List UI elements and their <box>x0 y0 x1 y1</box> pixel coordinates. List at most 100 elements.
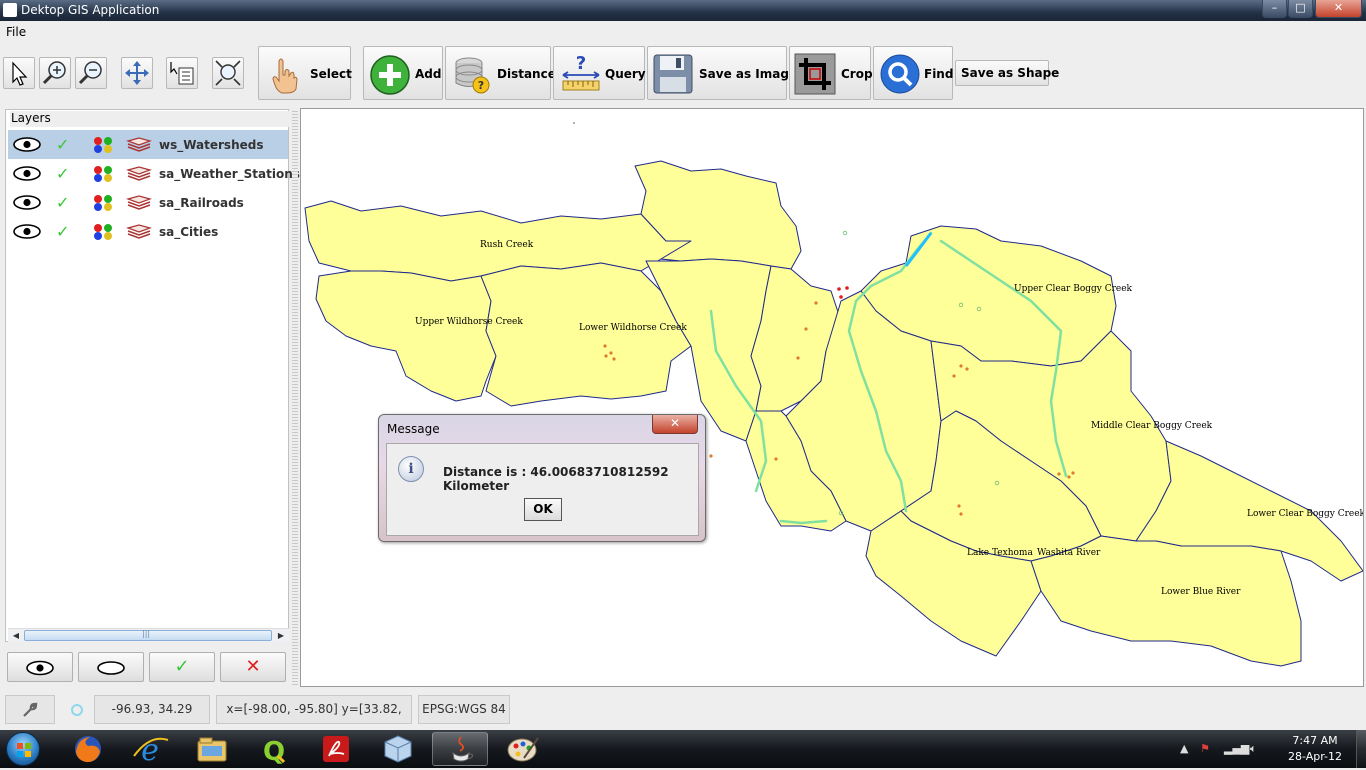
ok-button[interactable]: OK <box>524 498 562 521</box>
color-style-icon[interactable] <box>92 194 114 212</box>
layer-row-sa-cities[interactable]: ✓ sa_Cities <box>8 217 288 246</box>
layer-stack-icon <box>126 224 152 239</box>
taskbar-java-app[interactable] <box>432 732 488 766</box>
pointer-tool-button[interactable] <box>3 57 35 89</box>
title-bar: Dektop GIS Application – □ ✕ <box>0 0 1366 21</box>
map-canvas[interactable]: Rush Creek Upper Wildhorse Creek Lower W… <box>300 108 1364 687</box>
checkmark-icon[interactable]: ✓ <box>56 222 69 241</box>
checkmark-icon[interactable]: ✓ <box>56 135 69 154</box>
scroll-grip: ||| <box>142 629 151 638</box>
show-layer-button[interactable] <box>7 652 73 682</box>
identify-button[interactable] <box>166 57 198 89</box>
city-point <box>604 354 608 358</box>
panel-splitter[interactable] <box>292 109 298 687</box>
dialog-close-button[interactable]: ✕ <box>652 415 698 434</box>
remove-layer-button[interactable]: ✕ <box>220 652 286 682</box>
settings-wrench-button[interactable] <box>5 695 55 724</box>
city-point <box>774 457 778 461</box>
close-button[interactable]: ✕ <box>1315 0 1362 18</box>
city-point <box>603 344 607 348</box>
zoom-in-button[interactable] <box>39 57 71 89</box>
save-as-image-button[interactable]: Save as Image <box>647 46 797 100</box>
windows-logo-icon <box>17 743 31 757</box>
hand-pointer-icon <box>272 58 298 94</box>
system-clock[interactable]: 7:47 AM 28-Apr-12 <box>1280 733 1350 765</box>
scroll-left-arrow-icon[interactable]: ◀ <box>9 630 23 642</box>
label-upper-clear-boggy: Upper Clear Boggy Creek <box>1014 284 1133 294</box>
layers-list: ✓ ws_Watersheds ✓ sa_Weather_Stations ✓ <box>8 130 300 246</box>
eye-icon[interactable] <box>13 195 41 210</box>
toolbar: Select Add ? Distance ? Query Save as Im… <box>0 43 1366 103</box>
clock-time: 7:47 AM <box>1292 734 1338 747</box>
minimize-button[interactable]: – <box>1262 0 1287 18</box>
layer-row-ws-watersheds[interactable]: ✓ ws_Watersheds <box>8 130 288 159</box>
horizontal-scrollbar[interactable]: ◀ ||| ▶ <box>8 628 290 642</box>
query-button[interactable]: ? Query <box>553 46 646 100</box>
show-desktop-button[interactable] <box>1356 730 1366 768</box>
crs-label[interactable]: EPSG:WGS 84 <box>418 695 510 724</box>
qgis-icon: Q <box>263 737 286 767</box>
taskbar-paint[interactable] <box>494 732 550 766</box>
scroll-right-arrow-icon[interactable]: ▶ <box>274 630 288 642</box>
select-button[interactable]: Select <box>258 46 352 100</box>
taskbar-qgis[interactable]: Q <box>246 732 302 767</box>
database-query-icon: ? <box>455 57 490 94</box>
checkmark-icon: ✓ <box>174 656 190 677</box>
hide-layer-button[interactable] <box>78 652 144 682</box>
menu-file[interactable]: File <box>6 25 26 39</box>
layer-row-sa-railroads[interactable]: ✓ sa_Railroads <box>8 188 288 217</box>
checkmark-icon[interactable]: ✓ <box>56 164 69 183</box>
city-point <box>796 356 800 360</box>
eye-icon[interactable] <box>13 224 41 239</box>
watershed-map: Rush Creek Upper Wildhorse Creek Lower W… <box>304 122 1363 667</box>
city-point <box>952 374 956 378</box>
crop-button[interactable]: Crop <box>789 46 873 100</box>
enable-layer-button[interactable]: ✓ <box>149 652 215 682</box>
color-style-icon[interactable] <box>92 223 114 241</box>
checkmark-icon[interactable]: ✓ <box>56 193 69 212</box>
eye-icon[interactable] <box>13 137 41 152</box>
city-point <box>804 327 808 331</box>
crop-label: Crop <box>841 67 873 81</box>
action-center-flag-icon[interactable]: ⚑ <box>1200 742 1210 755</box>
floppy-disk-icon <box>653 54 693 94</box>
color-style-icon[interactable] <box>92 136 114 154</box>
red-x-icon: ✕ <box>245 656 261 677</box>
internet-explorer-icon: e <box>133 733 169 768</box>
add-layer-button[interactable]: Add <box>363 46 443 100</box>
layer-name: sa_Cities <box>159 225 219 239</box>
watershed-polygon <box>315 270 497 402</box>
zoom-out-button[interactable] <box>75 57 107 89</box>
city-point <box>709 454 713 458</box>
save-as-shape-button[interactable]: Save as Shape <box>955 60 1059 86</box>
scroll-thumb[interactable]: ||| <box>24 629 272 641</box>
svg-text:e: e <box>141 733 159 766</box>
folder-icon <box>197 737 227 762</box>
eye-icon[interactable] <box>13 166 41 181</box>
city-point <box>1057 472 1061 476</box>
layer-row-sa-weather-stations[interactable]: ✓ sa_Weather_Stations <box>8 159 300 188</box>
maximize-button[interactable]: □ <box>1288 0 1313 18</box>
query-label: Query <box>605 67 646 81</box>
svg-text:?: ? <box>576 53 586 74</box>
taskbar-explorer[interactable] <box>184 732 240 766</box>
save-as-image-label: Save as Image <box>699 67 798 81</box>
start-button[interactable] <box>6 732 40 766</box>
taskbar-internet-explorer[interactable]: e <box>122 732 178 768</box>
info-icon: i <box>398 456 424 482</box>
full-extent-button[interactable] <box>212 57 244 89</box>
taskbar-virtualbox[interactable] <box>370 732 426 766</box>
show-hidden-icons-icon[interactable]: ▲ <box>1180 742 1188 755</box>
pan-button[interactable] <box>121 57 153 89</box>
city-point <box>839 295 843 299</box>
color-style-icon[interactable] <box>92 165 114 183</box>
volume-icon[interactable]: 🔈︎ <box>1250 742 1257 756</box>
distance-button[interactable]: ? Distance <box>445 46 556 100</box>
layer-name: sa_Weather_Stations <box>159 167 300 181</box>
layer-action-buttons: ✓ ✕ <box>5 652 289 684</box>
find-button[interactable]: Find <box>873 46 953 100</box>
network-signal-icon[interactable]: ▂▄▆ <box>1224 742 1249 755</box>
taskbar-firefox[interactable] <box>60 732 116 766</box>
layer-stack-icon <box>126 166 152 181</box>
taskbar-acrobat[interactable] <box>308 732 364 766</box>
